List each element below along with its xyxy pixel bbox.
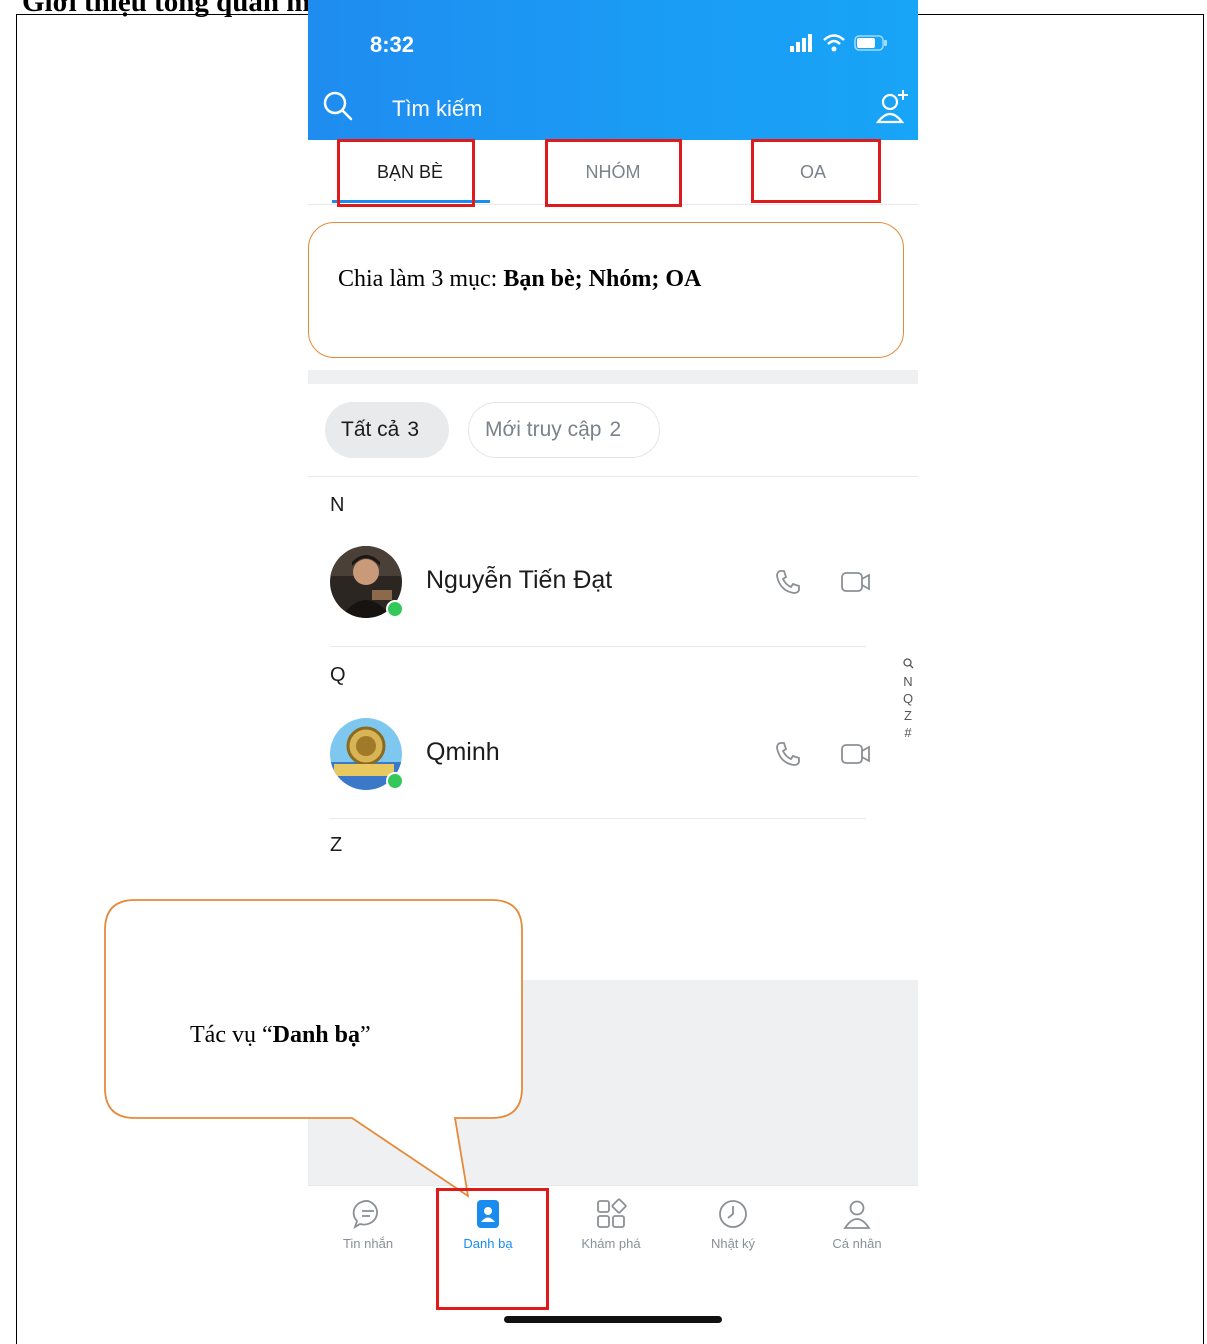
callout-bold: Danh bạ	[272, 1022, 360, 1048]
callout-suffix: ”	[360, 1022, 371, 1048]
callout-contacts-task	[104, 899, 523, 1198]
callout-prefix: Tác vụ “	[190, 1022, 273, 1048]
highlight-nav-contacts	[436, 1188, 549, 1310]
callout-contacts-text: Tác vụ “Danh bạ”	[190, 1022, 371, 1049]
